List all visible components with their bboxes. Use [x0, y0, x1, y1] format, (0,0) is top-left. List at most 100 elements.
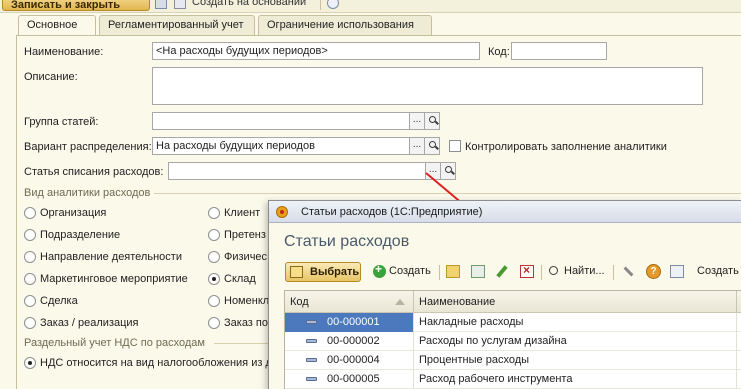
- tab-usage-restriction[interactable]: Ограничение использования: [258, 15, 432, 35]
- name-cell: Процентные расходы: [414, 351, 737, 370]
- radio-individual-label: Физичес: [224, 251, 268, 263]
- select-button-label: Выбрать: [310, 266, 360, 278]
- search-icon[interactable]: [548, 265, 562, 278]
- radio-claim[interactable]: [208, 229, 220, 241]
- help-icon[interactable]: ?: [646, 264, 661, 279]
- control-analytics-label: Контролировать заполнение аналитики: [465, 141, 667, 153]
- window-title: Статьи расходов (1С:Предприятие): [301, 206, 483, 218]
- radio-vat-attribution-label: НДС относится на вид налогообложения из …: [40, 357, 272, 369]
- radio-organization-label: Организация: [40, 207, 107, 219]
- tab-regulated-accounting[interactable]: Регламентированный учет: [99, 15, 255, 35]
- radio-department[interactable]: [24, 229, 36, 241]
- group-field[interactable]: [152, 112, 410, 130]
- name-label: Наименование:: [24, 46, 104, 58]
- radio-individual[interactable]: [208, 251, 220, 263]
- find-button[interactable]: Найти...: [564, 262, 605, 282]
- writeoff-label: Статья списания расходов:: [24, 166, 164, 178]
- group-search-icon[interactable]: [424, 112, 440, 130]
- radio-supplier-order[interactable]: [208, 317, 220, 329]
- writeoff-search-icon[interactable]: [440, 162, 456, 180]
- edit-icon[interactable]: [495, 265, 509, 278]
- item-icon: [306, 377, 317, 381]
- code-cell: 00-000002: [285, 332, 414, 351]
- window-titlebar[interactable]: Статьи расходов (1С:Предприятие): [269, 201, 741, 223]
- table-row[interactable]: 00-000001 Накладные расходы: [285, 313, 741, 332]
- name-cell: Расход рабочего инструмента: [414, 370, 737, 389]
- radio-activity-direction[interactable]: [24, 251, 36, 263]
- radio-order-sale[interactable]: [24, 317, 36, 329]
- copy-icon[interactable]: [471, 265, 485, 278]
- toolbar-separator: [439, 265, 440, 280]
- item-icon: [306, 339, 317, 343]
- create-based-on-button[interactable]: Создать на основании: [192, 0, 306, 8]
- group-label: Группа статей:: [24, 116, 99, 128]
- toolbar-separator: [541, 265, 542, 280]
- radio-organization[interactable]: [24, 207, 36, 219]
- radio-department-label: Подразделение: [40, 229, 121, 241]
- radio-nomenclature[interactable]: [208, 295, 220, 307]
- table-row[interactable]: 00-000004 Процентные расходы: [285, 351, 741, 370]
- toolbar-separator: [320, 0, 321, 10]
- description-field[interactable]: [152, 67, 703, 105]
- analytics-section-title: Вид аналитики расходов: [24, 187, 151, 199]
- vat-section-divider: [214, 343, 268, 344]
- select-button[interactable]: Выбрать: [285, 262, 361, 282]
- toolbar-separator: [613, 265, 614, 280]
- save-and-close-button[interactable]: Записать и закрыть: [2, 0, 150, 11]
- table-row[interactable]: 00-000005 Расход рабочего инструмента: [285, 370, 741, 389]
- code-cell: 00-000005: [285, 370, 414, 389]
- select-icon: [290, 266, 303, 278]
- radio-order-sale-label: Заказ / реализация: [40, 317, 139, 329]
- list-toolbar: Выбрать Создать Найти... ? Создать: [269, 261, 741, 285]
- delete-icon[interactable]: [520, 263, 534, 278]
- radio-marketing-event-label: Маркетинговое мероприятие: [40, 273, 188, 285]
- expense-items-table: Код Наименование 00-000001 Накладные рас…: [284, 290, 741, 389]
- list-icon[interactable]: [670, 265, 684, 278]
- app-logo-icon: [276, 206, 288, 218]
- radio-warehouse-label: Склад: [224, 273, 256, 285]
- create-icon[interactable]: [373, 262, 386, 278]
- name-cell: Расходы по услугам дизайна: [414, 332, 737, 351]
- tab-main[interactable]: Основное: [18, 15, 96, 36]
- radio-client[interactable]: [208, 207, 220, 219]
- description-label: Описание:: [24, 71, 78, 83]
- code-field[interactable]: [511, 42, 607, 60]
- item-icon: [306, 358, 317, 362]
- distribution-search-icon[interactable]: [424, 137, 440, 155]
- writeoff-field[interactable]: [168, 162, 426, 180]
- radio-deal[interactable]: [24, 295, 36, 307]
- radio-deal-label: Сделка: [40, 295, 78, 307]
- radio-vat-attribution[interactable]: [24, 357, 36, 369]
- radio-client-label: Клиент: [224, 207, 261, 219]
- radio-marketing-event[interactable]: [24, 273, 36, 285]
- column-header-name[interactable]: Наименование: [414, 291, 737, 313]
- code-label: Код:: [488, 46, 510, 58]
- distribution-select-button[interactable]: ...: [409, 137, 425, 155]
- save-icon[interactable]: [155, 0, 167, 9]
- group-select-button[interactable]: ...: [409, 112, 425, 130]
- settings-icon[interactable]: [621, 265, 635, 278]
- radio-nomenclature-label: Номенкл: [224, 295, 270, 307]
- distribution-label: Вариант распределения:: [24, 141, 152, 153]
- table-row[interactable]: 00-000002 Расходы по услугам дизайна: [285, 332, 741, 351]
- column-header-extra[interactable]: [737, 291, 741, 313]
- radio-warehouse[interactable]: [208, 273, 220, 285]
- create-button[interactable]: Создать: [389, 262, 431, 282]
- vat-section-title: Раздельный учет НДС по расходам: [24, 337, 205, 349]
- name-field[interactable]: <На расходы будущих периодов>: [152, 42, 480, 60]
- name-cell: Накладные расходы: [414, 313, 737, 332]
- page-title: Статьи расходов: [284, 233, 410, 250]
- document-icon[interactable]: [174, 0, 186, 9]
- expense-items-window: Статьи расходов (1С:Предприятие) Статьи …: [268, 200, 741, 389]
- code-cell: 00-000001: [285, 313, 414, 332]
- radio-activity-direction-label: Направление деятельности: [40, 251, 182, 263]
- radio-supplier-order-label: Заказ по: [224, 317, 268, 329]
- create-group-icon[interactable]: [446, 265, 460, 278]
- code-cell: 00-000004: [285, 351, 414, 370]
- item-icon: [306, 320, 317, 324]
- distribution-field[interactable]: На расходы будущих периодов: [152, 137, 410, 155]
- control-analytics-checkbox[interactable]: [449, 140, 461, 152]
- sort-ascending-icon: [395, 299, 405, 305]
- radio-claim-label: Претенз: [224, 229, 266, 241]
- create-secondary-button[interactable]: Создать: [697, 262, 739, 282]
